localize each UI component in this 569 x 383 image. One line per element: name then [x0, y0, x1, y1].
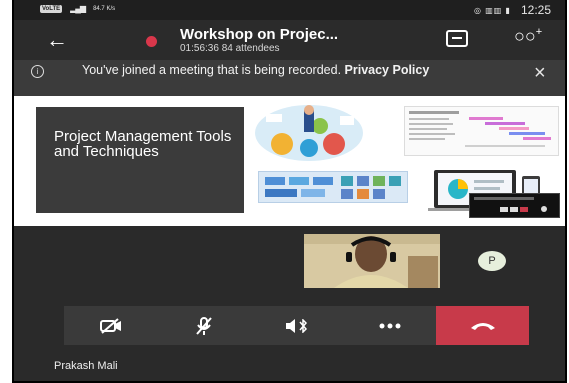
- recording-indicator-icon: [146, 36, 157, 47]
- system-icons: ◎ ▥▥ ▮: [474, 5, 511, 15]
- chat-icon[interactable]: [446, 30, 468, 47]
- shared-content: Project Management Tools and Techniques: [14, 96, 565, 226]
- clock: 12:25: [520, 3, 551, 17]
- phone-screen: VoLTE ▂▄▆ 84.7 K/s ◎ ▥▥ ▮ 12:25 ← Worksh…: [12, 0, 567, 383]
- video-area: P Prakash Mali: [14, 226, 565, 381]
- camera-toggle-button[interactable]: [64, 306, 157, 345]
- mic-toggle-button[interactable]: [157, 306, 250, 345]
- call-controls: [64, 306, 529, 345]
- network-speed: 84.7 K/s: [93, 5, 116, 12]
- speaker-bluetooth-icon: [285, 318, 307, 333]
- status-bar: VoLTE ▂▄▆ 84.7 K/s ◎ ▥▥ ▮ 12:25: [14, 0, 565, 20]
- meeting-title: Workshop on Projec...: [180, 26, 339, 43]
- camera-off-icon: [99, 317, 121, 334]
- mini-toolbar-icon: [474, 197, 547, 212]
- meeting-header: ← Workshop on Projec... 01:56:36 84 atte…: [14, 20, 565, 60]
- banner-text: You've joined a meeting that is being re…: [82, 63, 342, 77]
- participants-icon[interactable]: ○○+: [514, 26, 542, 47]
- slide-title-box: Project Management Tools and Techniques: [36, 107, 244, 213]
- close-icon[interactable]: ×: [534, 62, 546, 85]
- volte-badge: VoLTE: [40, 4, 63, 13]
- dashboard-thumbnail: [258, 171, 408, 203]
- banner-message: You've joined a meeting that is being re…: [82, 64, 462, 77]
- audio-output-button[interactable]: [250, 306, 343, 345]
- recording-banner: i You've joined a meeting that is being …: [14, 60, 565, 96]
- more-options-button[interactable]: [343, 306, 436, 345]
- info-icon: i: [31, 65, 44, 78]
- hang-up-button[interactable]: [436, 306, 529, 345]
- hang-up-icon: [470, 322, 495, 330]
- slide-title: Project Management Tools and Techniques: [54, 128, 232, 160]
- gears-illustration: [255, 105, 363, 161]
- speaker-name: Prakash Mali: [54, 360, 118, 372]
- mic-off-icon: [195, 316, 212, 335]
- back-arrow-icon[interactable]: ←: [46, 27, 68, 53]
- gantt-chart-thumbnail: [404, 106, 559, 156]
- participant-video-tile[interactable]: [304, 234, 440, 288]
- meeting-info: 01:56:36 84 attendees: [180, 43, 280, 54]
- privacy-policy-link[interactable]: Privacy Policy: [345, 63, 430, 77]
- participant-avatar[interactable]: P: [478, 251, 506, 271]
- signal-icon: ▂▄▆: [70, 4, 86, 13]
- more-options-icon: [379, 323, 400, 328]
- participant-video-icon: [304, 234, 440, 288]
- shared-screen-preview[interactable]: [469, 193, 560, 218]
